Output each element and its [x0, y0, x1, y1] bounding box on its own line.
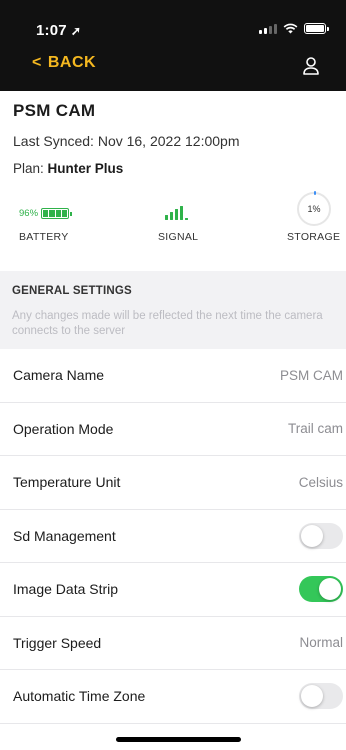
battery-icon	[41, 208, 73, 219]
chevron-left-icon: <	[32, 54, 42, 71]
setting-label: Trigger Speed	[13, 634, 102, 651]
camera-name-value: PSM CAM	[279, 367, 343, 383]
setting-row-temperature-unit[interactable]: Temperature Unit Celsius	[0, 456, 346, 510]
general-settings-title: GENERAL SETTINGS	[12, 285, 132, 297]
status-icons	[259, 23, 329, 34]
setting-row-operation-mode[interactable]: Operation Mode Trail cam	[0, 403, 346, 456]
status-bar: 1:07 ➚	[0, 0, 346, 50]
setting-label: Camera Name	[13, 367, 105, 384]
device-battery-icon	[304, 23, 329, 34]
plan-prefix: Plan:	[13, 161, 48, 176]
battery-label: BATTERY	[19, 231, 69, 243]
temperature-unit-value: Celsius	[298, 474, 343, 490]
automatic-time-zone-toggle[interactable]	[299, 683, 343, 710]
camera-stats: 96% BATTERY SIGNAL 1% STORAGE	[0, 176, 346, 271]
battery-percent: 96%	[19, 208, 39, 219]
user-icon[interactable]	[302, 56, 320, 76]
status-time: 1:07 ➚	[36, 22, 81, 39]
camera-detail-content: PSM CAM Last Synced: Nov 16, 2022 12:00p…	[0, 91, 346, 750]
back-button-label: BACK	[47, 54, 97, 71]
plan-name: Hunter Plus	[47, 161, 124, 176]
camera-title: PSM CAM	[13, 101, 96, 120]
home-indicator	[116, 737, 241, 742]
back-button[interactable]: < BACK	[32, 54, 96, 72]
general-settings-note: Any changes made will be reflected the n…	[12, 310, 323, 337]
setting-label: Temperature Unit	[13, 474, 121, 491]
setting-row-trigger-speed[interactable]: Trigger Speed Normal	[0, 617, 346, 670]
setting-row-camera-name[interactable]: Camera Name PSM CAM	[0, 349, 346, 403]
setting-row-automatic-time-zone: Automatic Time Zone	[0, 670, 346, 724]
general-settings-header: GENERAL SETTINGS Any changes made will b…	[0, 271, 346, 349]
setting-label: Operation Mode	[13, 420, 114, 437]
storage-ring-icon: 1%	[297, 191, 331, 226]
setting-label: Image Data Strip	[13, 581, 119, 598]
last-synced-text: Last Synced: Nov 16, 2022 12:00pm	[13, 133, 240, 149]
wifi-icon	[283, 23, 298, 34]
phone-screen: 1:07 ➚ < BACK PSM CAM Last Synced: Nov 16,	[0, 0, 346, 750]
camera-header: PSM CAM Last Synced: Nov 16, 2022 12:00p…	[0, 91, 346, 176]
nav-bar: < BACK	[0, 50, 346, 91]
signal-label: SIGNAL	[158, 231, 199, 243]
setting-label: Sd Management	[13, 527, 116, 544]
image-data-strip-toggle[interactable]	[299, 576, 343, 603]
cellular-signal-icon	[259, 23, 277, 34]
trigger-speed-value: Normal	[299, 635, 343, 651]
battery-stat: 96%	[19, 208, 73, 219]
setting-row-image-data-strip: Image Data Strip	[0, 563, 346, 617]
sd-management-toggle[interactable]	[299, 522, 343, 549]
setting-label: Automatic Time Zone	[13, 688, 146, 705]
signal-bars-icon	[165, 206, 188, 220]
setting-row-sd-management: Sd Management	[0, 510, 346, 563]
operation-mode-value: Trail cam	[287, 421, 343, 437]
storage-percent: 1%	[307, 204, 321, 214]
location-arrow-icon: ➚	[70, 24, 82, 38]
status-time-text: 1:07	[36, 22, 67, 39]
storage-label: STORAGE	[287, 231, 341, 243]
plan-text: Plan: Hunter Plus	[13, 161, 333, 176]
